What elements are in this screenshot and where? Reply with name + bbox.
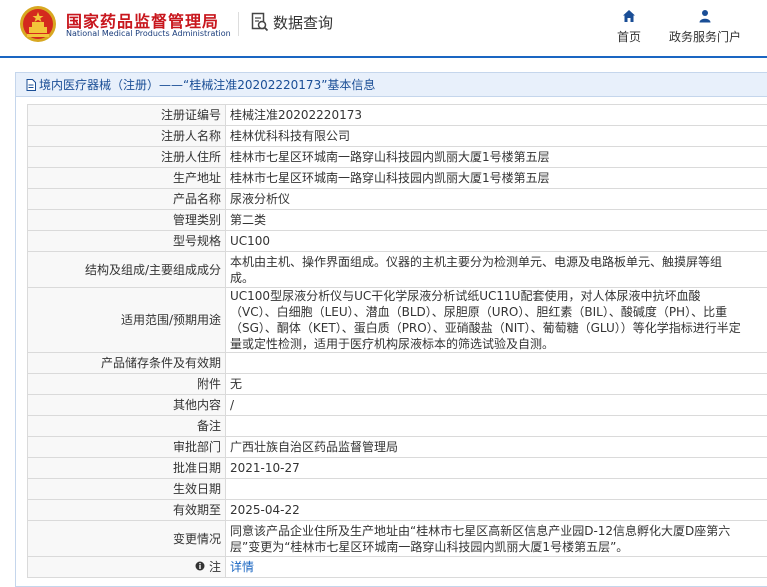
- table-row: 生效日期: [27, 478, 767, 500]
- field-value: 同意该产品企业住所及生产地址由“桂林市七星区高新区信息产业园D-12信息孵化大厦…: [225, 520, 767, 557]
- field-value: UC100: [225, 230, 767, 252]
- field-label: 型号规格: [27, 230, 226, 252]
- field-value: 桂林市七星区环城南一路穿山科技园内凯丽大厦1号楼第五层: [225, 146, 767, 168]
- field-value: [225, 352, 767, 374]
- data-query-label: 数据查询: [273, 13, 334, 32]
- field-label: 变更情况: [27, 520, 226, 557]
- details-cell: 详情: [225, 556, 767, 578]
- field-label: 生产地址: [27, 167, 226, 189]
- field-value: 尿液分析仪: [225, 188, 767, 210]
- field-label: 适用范围/预期用途: [27, 287, 226, 353]
- field-label: 注册人住所: [27, 146, 226, 168]
- field-value: 无: [225, 373, 767, 395]
- brand-subtitle[interactable]: National Medical Products Administration: [66, 29, 231, 38]
- info-icon: [195, 560, 209, 574]
- field-value: /: [225, 394, 767, 416]
- field-label: 审批部门: [27, 436, 226, 458]
- field-label: 管理类别: [27, 209, 226, 231]
- table-row: 注 详情: [27, 556, 767, 578]
- table-row: 产品名称 尿液分析仪: [27, 188, 767, 210]
- table-row: 有效期至 2025-04-22: [27, 499, 767, 521]
- field-label: 备注: [27, 415, 226, 437]
- field-label: 结构及组成/主要组成成分: [27, 251, 226, 288]
- table-row: 注册人住所 桂林市七星区环城南一路穿山科技园内凯丽大厦1号楼第五层: [27, 146, 767, 168]
- table-row: 备注: [27, 415, 767, 437]
- table-row: 产品储存条件及有效期: [27, 352, 767, 374]
- table-row: 适用范围/预期用途 UC100型尿液分析仪与UC干化学尿液分析试纸UC11U配套…: [27, 287, 767, 353]
- field-label: 其他内容: [27, 394, 226, 416]
- field-label: 附件: [27, 373, 226, 395]
- site-header: 国家药品监督管理局 National Medical Products Admi…: [0, 0, 767, 50]
- nav-home-label: 首页: [616, 30, 641, 44]
- field-value: [225, 478, 767, 500]
- user-icon: [698, 8, 712, 24]
- field-label: 生效日期: [27, 478, 226, 500]
- field-value: 桂械注准20202220173: [225, 104, 767, 126]
- table-row: 附件 无: [27, 373, 767, 395]
- field-value: 第二类: [225, 209, 767, 231]
- panel-title: 境内医疗器械（注册）——“桂械注准20202220173”基本信息: [16, 73, 767, 97]
- header-divider: [238, 12, 239, 36]
- document-icon: [26, 78, 36, 91]
- details-link[interactable]: 详情: [230, 560, 254, 574]
- search-document-icon: [251, 12, 269, 32]
- field-label: 批准日期: [27, 457, 226, 479]
- table-row: 批准日期 2021-10-27: [27, 457, 767, 479]
- field-label: 产品名称: [27, 188, 226, 210]
- field-label: 注册人名称: [27, 125, 226, 147]
- note-label-cell: 注: [27, 556, 226, 578]
- nav-gov-service-portal[interactable]: 政务服务门户: [667, 8, 743, 45]
- home-icon: [622, 8, 636, 24]
- field-value: UC100型尿液分析仪与UC干化学尿液分析试纸UC11U配套使用，对人体尿液中抗…: [225, 287, 767, 353]
- field-value: 2021-10-27: [225, 457, 767, 479]
- info-table: 注册证编号 桂械注准20202220173 注册人名称 桂林优科科技有限公司 注…: [27, 104, 767, 578]
- table-row: 注册人名称 桂林优科科技有限公司: [27, 125, 767, 147]
- table-row: 审批部门 广西壮族自治区药品监督管理局: [27, 436, 767, 458]
- header-accent-rule: [0, 56, 767, 58]
- detail-panel: 境内医疗器械（注册）——“桂械注准20202220173”基本信息 注册证编号 …: [15, 72, 767, 587]
- field-label: 产品储存条件及有效期: [27, 352, 226, 374]
- table-row: 变更情况 同意该产品企业住所及生产地址由“桂林市七星区高新区信息产业园D-12信…: [27, 520, 767, 557]
- field-value: 桂林优科科技有限公司: [225, 125, 767, 147]
- table-row: 其他内容 /: [27, 394, 767, 416]
- field-label: 注册证编号: [27, 104, 226, 126]
- national-emblem-logo[interactable]: [18, 5, 58, 43]
- table-row: 生产地址 桂林市七星区环城南一路穿山科技园内凯丽大厦1号楼第五层: [27, 167, 767, 189]
- field-value: 本机由主机、操作界面组成。仪器的主机主要分为检测单元、电源及电路板单元、触摸屏等…: [225, 251, 767, 288]
- table-row: 管理类别 第二类: [27, 209, 767, 231]
- nav-service-label: 政务服务门户: [668, 30, 741, 44]
- nav-home[interactable]: 首页: [615, 8, 643, 45]
- data-query-link[interactable]: 数据查询: [251, 10, 333, 34]
- table-row: 注册证编号 桂械注准20202220173: [27, 104, 767, 126]
- field-value: 2025-04-22: [225, 499, 767, 521]
- panel-title-text: 境内医疗器械（注册）——“桂械注准20202220173”基本信息: [39, 78, 376, 92]
- table-row: 型号规格 UC100: [27, 230, 767, 252]
- field-value: 广西壮族自治区药品监督管理局: [225, 436, 767, 458]
- field-value: 桂林市七星区环城南一路穿山科技园内凯丽大厦1号楼第五层: [225, 167, 767, 189]
- field-label: 注: [208, 560, 221, 574]
- field-label: 有效期至: [27, 499, 226, 521]
- table-row: 结构及组成/主要组成成分 本机由主机、操作界面组成。仪器的主机主要分为检测单元、…: [27, 251, 767, 288]
- field-value: [225, 415, 767, 437]
